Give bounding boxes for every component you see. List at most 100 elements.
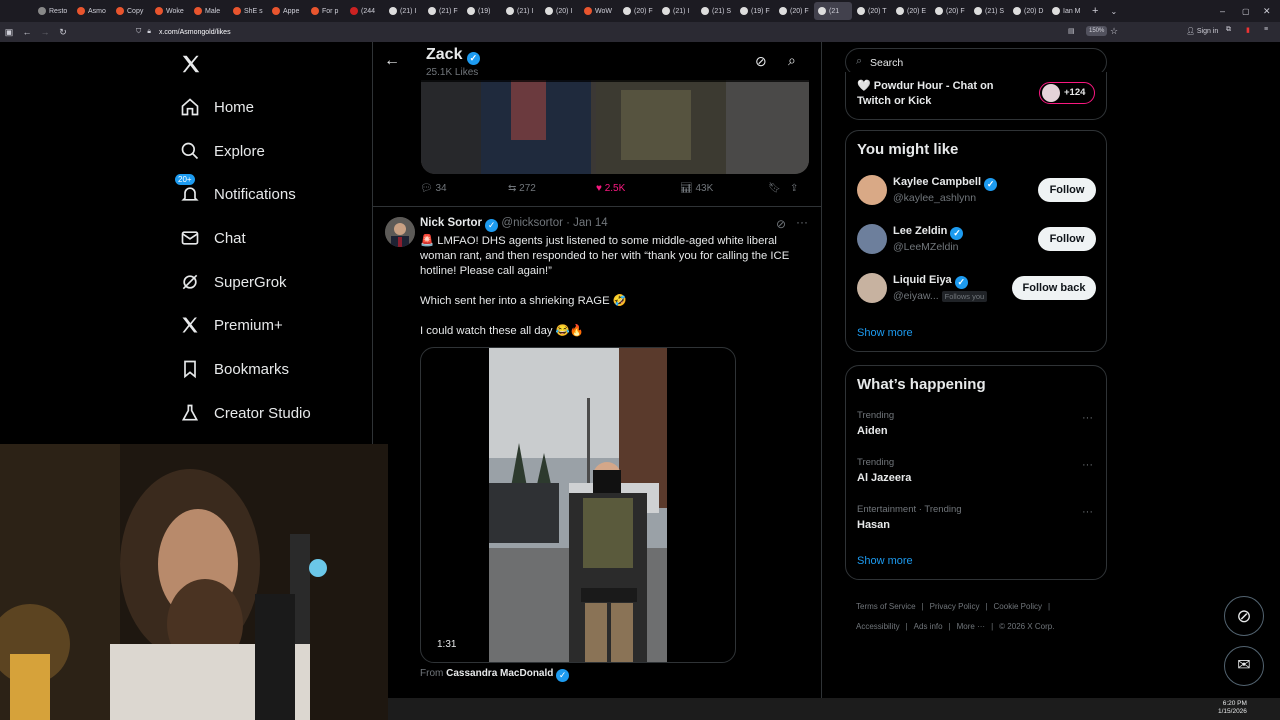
browser-tab[interactable]: (21 xyxy=(814,2,852,20)
post-handle[interactable]: @nicksortor xyxy=(501,217,563,229)
more-icon[interactable]: ··· xyxy=(1082,459,1093,471)
browser-tab[interactable]: (244 xyxy=(346,2,384,20)
source-author[interactable]: Cassandra MacDonald xyxy=(446,668,553,679)
footer-link[interactable]: Cookie Policy xyxy=(994,602,1042,611)
post-date[interactable]: · Jan 14 xyxy=(566,217,608,229)
previous-post-media[interactable] xyxy=(421,80,809,174)
browser-tab[interactable]: (21) I xyxy=(658,2,696,20)
x-logo-icon[interactable] xyxy=(180,53,202,75)
browser-tab[interactable]: Appe xyxy=(268,2,306,20)
messages-button[interactable]: ✉ xyxy=(1224,646,1264,686)
browser-tab[interactable]: (19) xyxy=(463,2,501,20)
browser-tab[interactable]: (21) I xyxy=(385,2,423,20)
more-icon[interactable]: ··· xyxy=(1082,412,1093,424)
avatar[interactable] xyxy=(857,175,887,205)
suggested-user-name[interactable]: Liquid Eiya ✓ xyxy=(893,274,968,289)
grok-button[interactable]: ⊘ xyxy=(1224,596,1264,636)
follow-button[interactable]: Follow back xyxy=(1012,276,1096,300)
back-icon[interactable]: ← xyxy=(18,27,36,37)
footer-link[interactable]: Accessibility xyxy=(856,622,900,631)
sidebar-item-creator-studio[interactable]: Creator Studio xyxy=(180,403,311,423)
browser-tab[interactable]: (21) S xyxy=(697,2,735,20)
star-icon[interactable]: ☆ xyxy=(1110,26,1118,37)
reload-icon[interactable]: ↻ xyxy=(54,27,72,38)
more-icon[interactable]: ··· xyxy=(796,215,808,229)
footer-link[interactable]: More ··· xyxy=(957,622,985,631)
back-arrow-icon[interactable]: ← xyxy=(384,52,400,70)
tab-list-button[interactable]: ⌄ xyxy=(1110,7,1117,16)
shield-icon[interactable]: ⛉ xyxy=(136,28,141,36)
footer-link[interactable]: Ads info xyxy=(914,622,943,631)
footer-link[interactable]: © 2026 X Corp. xyxy=(999,622,1054,631)
avatar[interactable] xyxy=(857,224,887,254)
forward-icon[interactable]: → xyxy=(36,27,54,37)
live-participants[interactable]: +124 xyxy=(1039,82,1095,104)
browser-tab[interactable]: (19) F xyxy=(736,2,774,20)
suggested-user-name[interactable]: Kaylee Campbell ✓ xyxy=(893,176,998,191)
menu-icon[interactable]: ≡ xyxy=(1264,26,1268,33)
reply-action[interactable]: 💬︎ 34 xyxy=(420,183,508,194)
browser-tab[interactable]: (20) I xyxy=(541,2,579,20)
lock-icon[interactable]: 🔒︎ xyxy=(147,28,151,36)
browser-tab[interactable]: Resto xyxy=(34,2,72,20)
browser-tab[interactable]: ShE s xyxy=(229,2,267,20)
browser-tab[interactable]: (20) F xyxy=(775,2,813,20)
minimize-button[interactable]: – xyxy=(1220,6,1225,16)
trend-item[interactable]: Trending Al Jazeera ··· xyxy=(846,457,1106,497)
browser-tab[interactable]: (20) D xyxy=(1009,2,1047,20)
browser-tab[interactable]: (20) T xyxy=(853,2,891,20)
avatar[interactable] xyxy=(385,217,415,247)
footer-link[interactable]: Privacy Policy xyxy=(930,602,980,611)
suggested-user-name[interactable]: Lee Zeldin ✓ xyxy=(893,225,964,240)
browser-tab[interactable]: Copy xyxy=(112,2,150,20)
share-icon[interactable]: ⇪ xyxy=(790,183,798,194)
browser-tab[interactable]: (20) E xyxy=(892,2,930,20)
like-action[interactable]: ♥ 2.5K xyxy=(596,183,680,194)
url-field[interactable]: x.com/Asmongold/likes xyxy=(159,29,231,36)
sidebar-item-home[interactable]: Home xyxy=(180,97,254,117)
zoom-badge[interactable]: 150% xyxy=(1086,26,1108,36)
video-player[interactable]: 1:31 xyxy=(420,347,736,663)
sidebar-item-explore[interactable]: Explore xyxy=(180,141,265,161)
follow-button[interactable]: Follow xyxy=(1038,178,1096,202)
browser-tab[interactable]: (20) F xyxy=(931,2,969,20)
extensions-icon[interactable]: ⧉ xyxy=(1226,26,1231,34)
browser-tab[interactable]: Woke xyxy=(151,2,189,20)
browser-tab[interactable]: (21) I xyxy=(502,2,540,20)
sidebar-item-notifications[interactable]: 20+ Notifications xyxy=(175,174,296,204)
bookmark-icon[interactable]: 🔖︎ xyxy=(768,183,790,194)
sidebar-item-bookmarks[interactable]: Bookmarks xyxy=(180,359,289,379)
browser-tab[interactable]: (20) F xyxy=(619,2,657,20)
browser-tab[interactable]: WoW xyxy=(580,2,618,20)
grok-icon[interactable]: ⊘ xyxy=(755,53,767,70)
suggested-user-handle[interactable]: @kaylee_ashlynn xyxy=(893,192,976,204)
sidebar-item-chat[interactable]: Chat xyxy=(180,228,246,248)
search-icon[interactable]: ⌕ xyxy=(788,52,796,69)
show-more-link[interactable]: Show more xyxy=(857,555,913,567)
views-action[interactable]: 📊︎ 43K xyxy=(680,183,768,194)
trend-item[interactable]: Entertainment · Trending Hasan ··· xyxy=(846,504,1106,544)
grok-icon[interactable]: ⊘ xyxy=(776,217,786,231)
browser-tab[interactable]: (21) F xyxy=(424,2,462,20)
avatar[interactable] xyxy=(857,273,887,303)
maximize-button[interactable]: ▢ xyxy=(1242,7,1250,16)
account-sign-in[interactable]: 👤︎ Sign in xyxy=(1186,27,1218,35)
browser-tab[interactable]: Male xyxy=(190,2,228,20)
live-card[interactable]: 🤍 Powdur Hour - Chat on Twitch or Kick +… xyxy=(845,72,1107,120)
sidebar-toggle-icon[interactable]: ▣ xyxy=(0,27,18,38)
browser-tab[interactable]: (21) S xyxy=(970,2,1008,20)
suggested-user-handle[interactable]: @eiyaw... Follows you xyxy=(893,290,988,302)
sidebar-item-premium[interactable]: Premium+ xyxy=(180,315,283,335)
footer-link[interactable]: Terms of Service xyxy=(856,602,916,611)
clock[interactable]: 6:20 PM 1/15/2026 xyxy=(1218,700,1247,716)
browser-tab[interactable]: Asmo xyxy=(73,2,111,20)
suggested-user-handle[interactable]: @LeeMZeldin xyxy=(893,241,959,253)
repost-action[interactable]: ⇆ 272 xyxy=(508,183,596,194)
search-input[interactable]: Search xyxy=(870,57,903,69)
new-tab-button[interactable]: + xyxy=(1092,5,1098,17)
browser-tab[interactable]: Ian M xyxy=(1048,2,1086,20)
follow-button[interactable]: Follow xyxy=(1038,227,1096,251)
show-more-link[interactable]: Show more xyxy=(857,327,913,339)
reader-icon[interactable]: ▤ xyxy=(1068,27,1075,35)
trend-item[interactable]: Trending Aiden ··· xyxy=(846,410,1106,450)
